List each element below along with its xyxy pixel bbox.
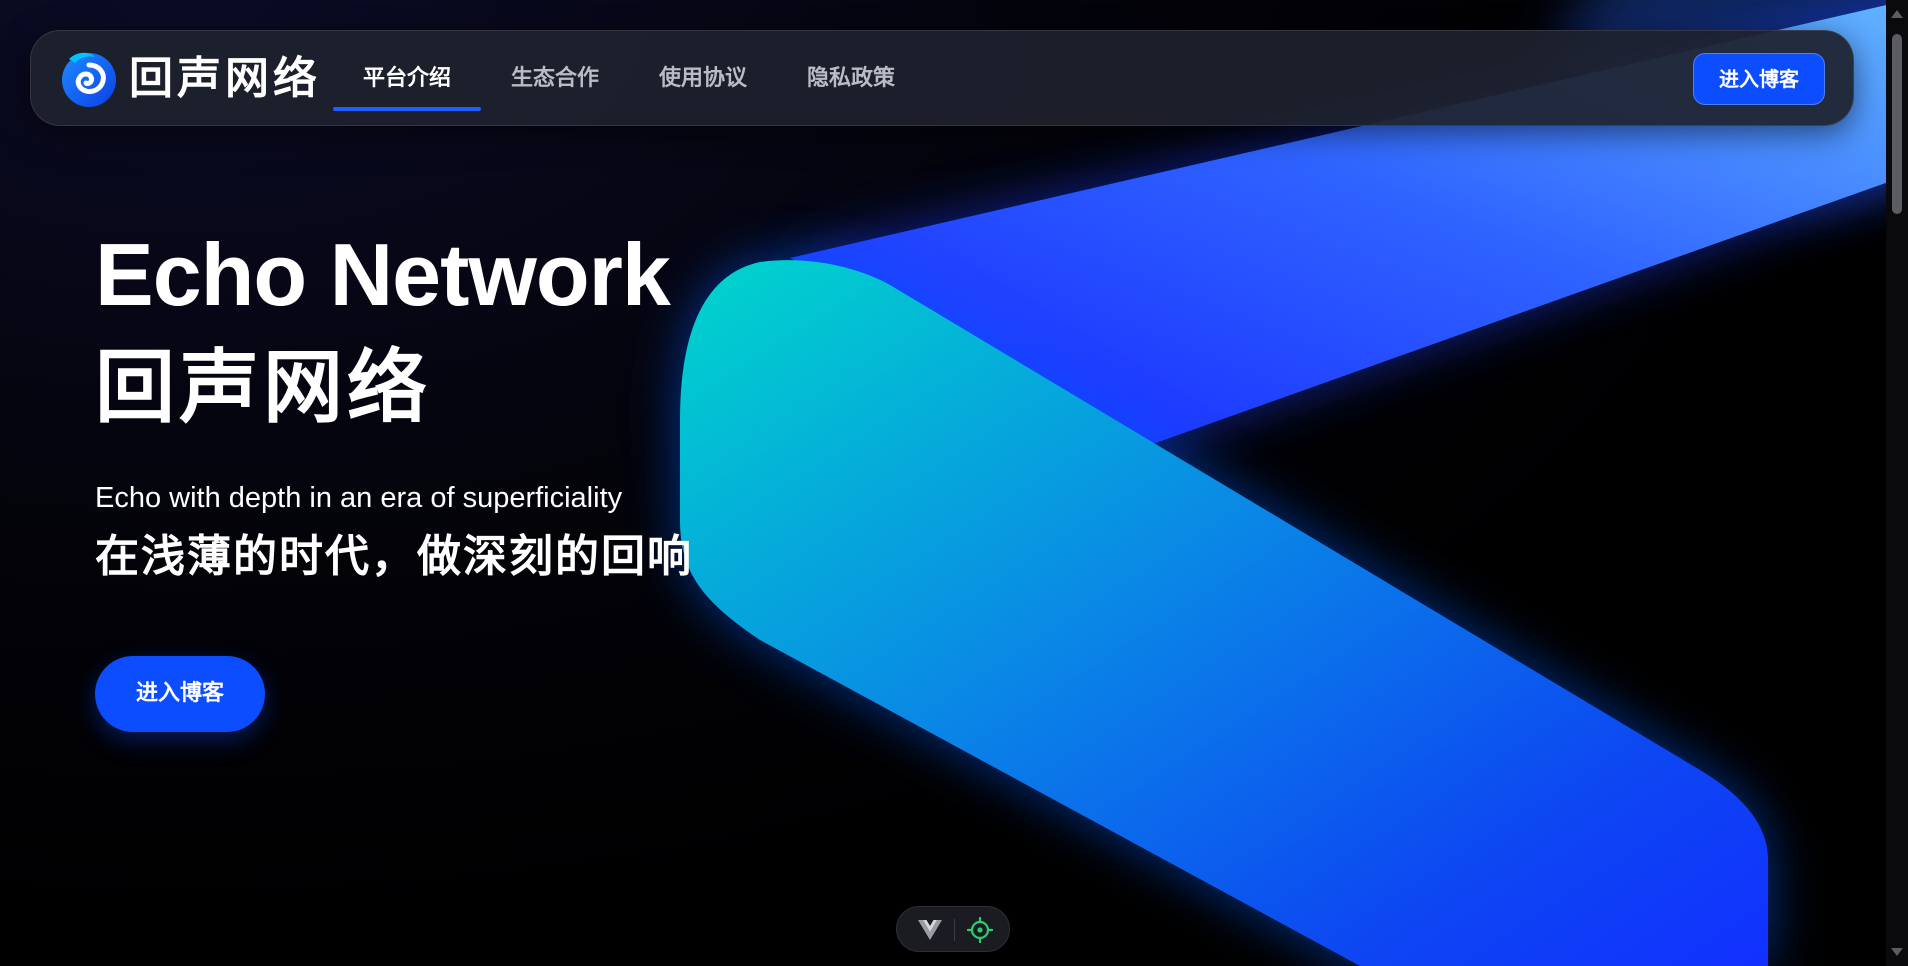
main-nav: 平台介绍 生态合作 使用协议 隐私政策: [333, 31, 925, 127]
hero-subtitle-zh: 在浅薄的时代，做深刻的回响: [95, 531, 693, 582]
scroll-down-arrow-icon[interactable]: [1891, 948, 1903, 956]
nav-item-label: 平台介绍: [363, 66, 452, 91]
hero-title-en: Echo Network: [95, 225, 671, 324]
echo-swirl-logo-icon[interactable]: [59, 49, 119, 109]
scroll-thumb[interactable]: [1892, 34, 1902, 214]
page: 回声网络 平台介绍 生态合作 使用协议 隐私政策 进入博客 Echo Netwo…: [0, 0, 1908, 966]
hero-subtitle-en: Echo with depth in an era of superficial…: [95, 482, 623, 514]
nav-enter-blog-button[interactable]: 进入博客: [1693, 53, 1825, 105]
nav-item-label: 生态合作: [511, 66, 600, 91]
brand-name[interactable]: 回声网络: [129, 51, 321, 107]
toolbar-divider: [954, 919, 955, 941]
nav-item-ecosystem[interactable]: 生态合作: [481, 31, 629, 127]
scroll-up-arrow-icon[interactable]: [1891, 10, 1903, 18]
vue-logo-icon[interactable]: [917, 918, 943, 942]
nav-item-label: 使用协议: [659, 66, 748, 91]
devtools-toolbar: [896, 906, 1010, 952]
hero-enter-blog-button[interactable]: 进入博客: [95, 656, 265, 732]
hero-title-zh: 回声网络: [95, 341, 431, 434]
nav-item-privacy-policy[interactable]: 隐私政策: [777, 31, 925, 127]
hero-section: Echo Network 回声网络 Echo with depth in an …: [95, 220, 693, 584]
active-tab-underline: [333, 107, 482, 111]
top-navbar: 回声网络 平台介绍 生态合作 使用协议 隐私政策 进入博客: [30, 30, 1854, 126]
nav-item-platform-intro[interactable]: 平台介绍: [333, 31, 482, 127]
nav-item-terms-of-use[interactable]: 使用协议: [629, 31, 777, 127]
target-icon[interactable]: [967, 917, 993, 943]
nav-item-label: 隐私政策: [807, 66, 896, 91]
page-scrollbar[interactable]: [1886, 0, 1908, 966]
